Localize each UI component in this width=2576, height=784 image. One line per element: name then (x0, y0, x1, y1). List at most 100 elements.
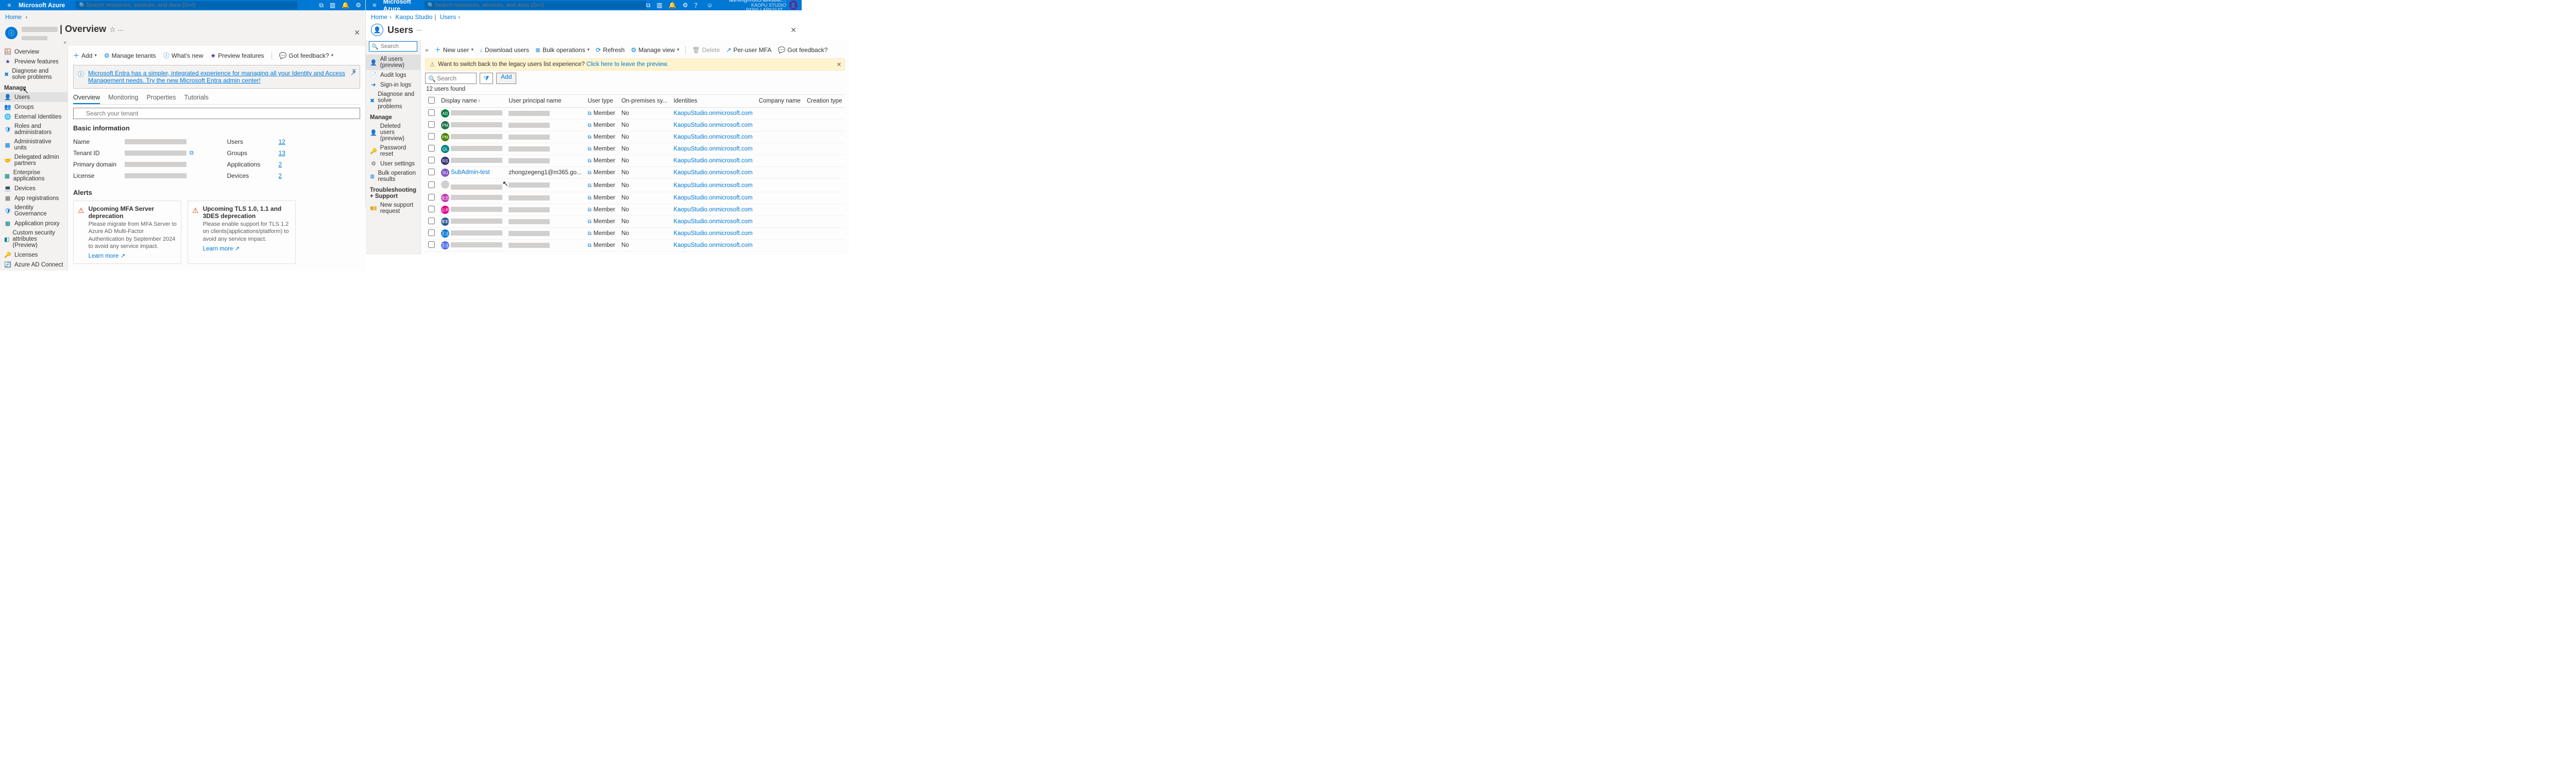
identity-link[interactable]: KaopuStudio.onmicrosoft.com (673, 182, 752, 189)
got-feedback-button[interactable]: 💬Got feedback? ▾ (279, 52, 334, 59)
account-info[interactable]: admin@m365.larksuite... KAOPU STUDIO (M3… (718, 0, 786, 12)
table-row[interactable]: QL ⧉Member No KaopuStudio.onmicrosoft.co… (425, 143, 845, 155)
copy-icon[interactable]: ⧉ (588, 123, 591, 128)
banner-close-icon[interactable]: ✕ (352, 68, 357, 74)
info-link[interactable]: 2 (279, 172, 282, 179)
per-user-mfa-button[interactable]: ↗Per-user MFA (726, 46, 771, 54)
sidebar-item-enterprise-applications[interactable]: ▦Enterprise applications (0, 168, 67, 184)
sidebar-item-users[interactable]: 👤Users (0, 92, 67, 102)
tab-overview[interactable]: Overview (73, 92, 100, 104)
col-onprem[interactable]: On-premises sy... (618, 95, 670, 108)
row-checkbox[interactable] (428, 229, 435, 236)
sidebar-item-administrative-units[interactable]: ▦Administrative units (0, 137, 67, 153)
row-checkbox[interactable] (428, 181, 435, 188)
add-filter-button[interactable]: Add (496, 73, 516, 84)
close-icon[interactable]: ✕ (354, 28, 360, 37)
copy-icon[interactable]: ⧉ (588, 111, 591, 116)
close-icon[interactable]: ✕ (790, 26, 796, 35)
feedback-icon[interactable]: ☺ (706, 2, 713, 9)
tab-tutorials[interactable]: Tutorials (184, 92, 208, 104)
row-checkbox[interactable] (428, 218, 435, 224)
identity-link[interactable]: KaopuStudio.onmicrosoft.com (673, 219, 752, 225)
user-name-link[interactable]: SubAdmin-test (451, 170, 489, 176)
tab-properties[interactable]: Properties (146, 92, 176, 104)
col-user-type[interactable]: User type (585, 95, 618, 108)
row-checkbox[interactable] (428, 109, 435, 116)
info-link[interactable]: 12 (279, 138, 285, 145)
download-users-button[interactable]: ↓Download users (480, 46, 529, 54)
copy-icon[interactable]: ⧉ (588, 170, 591, 176)
add-button[interactable]: ＋Add ▾ (73, 51, 97, 60)
table-row[interactable]: 王庄 ⧉Member No KaopuStudio.onmicrosoft.co… (425, 228, 845, 240)
col-identities[interactable]: Identities (670, 95, 755, 108)
copy-icon[interactable]: ⧉ (588, 243, 591, 248)
global-search-input[interactable] (425, 1, 646, 9)
sidebar-item-user-settings[interactable]: ⚙User settings (366, 159, 420, 169)
notifications-icon[interactable]: 🔔 (669, 2, 676, 9)
breadcrumb-home[interactable]: Home (371, 13, 387, 21)
refresh-button[interactable]: ⟳Refresh (596, 46, 624, 54)
settings-icon[interactable]: ⚙ (683, 2, 688, 9)
breadcrumb-home[interactable]: Home (5, 13, 22, 21)
hamburger-icon[interactable]: ≡ (4, 2, 14, 9)
learn-more-link[interactable]: Learn more ↗ (203, 246, 240, 252)
copy-icon[interactable]: ⧉ (588, 146, 591, 152)
table-row[interactable]: 公共 ⧉Member No KaopuStudio.onmicrosoft.co… (425, 204, 845, 216)
select-all-checkbox[interactable] (428, 97, 435, 104)
sidebar-item-diagnose[interactable]: ✖Diagnose and solve problems (366, 90, 420, 111)
identity-link[interactable]: KaopuStudio.onmicrosoft.com (673, 242, 752, 248)
help-icon[interactable]: ？ (694, 1, 700, 10)
info-link[interactable]: 13 (279, 149, 285, 157)
sidebar-item-overview[interactable]: 🪟Overview (0, 47, 67, 57)
learn-more-link[interactable]: Learn more ↗ (89, 253, 126, 259)
entra-banner-link[interactable]: Microsoft Entra has a simpler, integrate… (88, 70, 345, 84)
sidebar-item-roles-and-administrators[interactable]: 🛡Roles and administrators (0, 122, 67, 137)
sidebar-item-delegated-admin-partners[interactable]: 🤝Delegated admin partners (0, 153, 67, 168)
sidebar-item-bulk[interactable]: ≣Bulk operation results (366, 169, 420, 184)
col-display-name[interactable]: Display name↑ (438, 95, 505, 108)
favorite-star-icon[interactable]: ☆ (109, 25, 116, 34)
got-feedback-button[interactable]: 💬Got feedback? (777, 46, 827, 54)
new-user-button[interactable]: ＋New user ▾ (435, 45, 473, 54)
sidebar-item-all-users[interactable]: 👤All users (preview) (366, 55, 420, 70)
copy-icon[interactable]: ⧉ (588, 207, 591, 213)
whats-new-button[interactable]: ⓘWhat's new (163, 51, 204, 60)
row-checkbox[interactable] (428, 194, 435, 201)
breadcrumb-users[interactable]: Users (440, 13, 456, 21)
sidebar-item-licenses[interactable]: 🔑Licenses (0, 250, 67, 260)
sidebar-item-app-registrations[interactable]: ▦App registrations (0, 193, 67, 203)
manage-view-button[interactable]: ⚙Manage view ▾ (631, 46, 679, 54)
filter-icon[interactable]: ▥ (656, 2, 662, 9)
identity-link[interactable]: KaopuStudio.onmicrosoft.com (673, 207, 752, 213)
manage-tenants-button[interactable]: ⚙Manage tenants (104, 52, 156, 59)
identity-link[interactable]: KaopuStudio.onmicrosoft.com (673, 230, 752, 237)
sidebar-item-groups[interactable]: 👥Groups (0, 102, 67, 112)
table-row[interactable]: ⧉Member No KaopuStudio.onmicrosoft.com (425, 179, 845, 192)
copy-icon[interactable]: ⧉ (588, 135, 591, 140)
hamburger-icon[interactable]: ≡ (370, 2, 379, 9)
identity-link[interactable]: KaopuStudio.onmicrosoft.com (673, 170, 752, 176)
table-row[interactable]: 全员 ⧉Member No KaopuStudio.onmicrosoft.co… (425, 192, 845, 204)
row-checkbox[interactable] (428, 206, 435, 212)
sidebar-item-deleted[interactable]: 👤Deleted users (preview) (366, 122, 420, 143)
bulk-operations-button[interactable]: ≣Bulk operations ▾ (535, 46, 589, 54)
leave-preview-link[interactable]: Click here to leave the preview. (586, 61, 668, 68)
row-checkbox[interactable] (428, 169, 435, 175)
sidebar-item-preview-features[interactable]: ★Preview features (0, 57, 67, 66)
sidebar-item-identity-governance[interactable]: 🛡Identity Governance (0, 203, 67, 219)
sidebar-item-devices[interactable]: 💻Devices (0, 184, 67, 193)
sidebar-item-audit[interactable]: 📄Audit logs (366, 70, 420, 80)
row-checkbox[interactable] (428, 133, 435, 140)
cloud-shell-icon[interactable]: ⧉ (319, 2, 324, 9)
info-link[interactable]: 2 (279, 161, 282, 168)
copy-icon[interactable]: ⧉ (588, 183, 591, 189)
sidebar-item-custom-security-attributes-preview-[interactable]: ◧Custom security attributes (Preview) (0, 228, 67, 250)
sidebar-search[interactable]: 🔍 (369, 41, 417, 52)
banner-close-icon[interactable]: ✕ (837, 61, 842, 68)
filter-button[interactable]: ⧩ (480, 73, 493, 84)
breadcrumb-tenant[interactable]: Kaopu Studio (395, 13, 432, 21)
sidebar-item-azure-ad-connect[interactable]: 🔄Azure AD Connect (0, 260, 67, 270)
table-row[interactable]: RS ⧉Member No KaopuStudio.onmicrosoft.co… (425, 155, 845, 167)
sidebar-search-input[interactable] (381, 43, 415, 49)
preview-features-button[interactable]: ★Preview features (210, 52, 264, 59)
